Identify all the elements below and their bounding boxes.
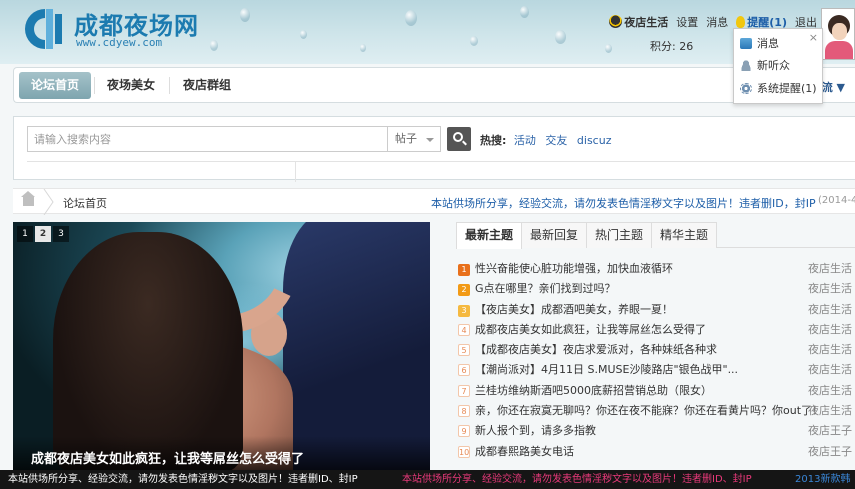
featured-slideshow[interactable]: 成都夜店美女如此疯狂，让我等屌丝怎么受得了 1 2 3 [13, 222, 430, 470]
list-item[interactable]: 8 亲，你还在寂寞无聊吗？你还在夜不能寐？你还在看黄片吗？你out了！ 夜店生活 [458, 401, 855, 421]
list-item[interactable]: 9 新人报个到，请多多指教 夜店王子 [458, 421, 855, 441]
topic-title[interactable]: 【成都夜店美女】夜店求爱派对，各种妹纸各种求 [475, 343, 717, 356]
tab-nightclub-beauty[interactable]: 夜场美女 [95, 72, 167, 99]
messages-link[interactable]: 消息 [706, 14, 728, 30]
topic-author[interactable]: 夜店生活 [808, 340, 852, 360]
user-icon [740, 59, 752, 71]
topic-author[interactable]: 夜店生活 [808, 401, 852, 421]
list-item[interactable]: 2 G点在哪里？亲们找到过吗？ 夜店生活 [458, 279, 855, 299]
ticker-link[interactable]: 2013新款韩 [795, 470, 850, 489]
list-item[interactable]: 7 兰桂坊维纳斯酒吧5000底薪招营销总助（限女） 夜店生活 [458, 381, 855, 401]
site-url: www.cdyew.com [76, 36, 163, 49]
search-button[interactable] [447, 127, 471, 151]
slide-pager: 1 2 3 [17, 226, 69, 242]
topic-tabs: 最新主题 最新回复 热门主题 精华主题 [456, 222, 855, 249]
topic-author[interactable]: 夜店生活 [808, 360, 852, 380]
search-panel: 帖子 热搜: 活动 交友 discuz [13, 116, 855, 182]
search-type-select[interactable]: 帖子 [387, 126, 441, 152]
topic-author[interactable]: 夜店生活 [808, 300, 852, 320]
search-input[interactable] [27, 126, 387, 152]
topic-title[interactable]: 兰桂坊维纳斯酒吧5000底薪招营销总助（限女） [475, 384, 712, 397]
scrolling-notice-bar: 本站供场所分享、经验交流，请勿发表色情淫秽文字以及图片！违者删ID、封IP 本站… [0, 470, 855, 489]
topic-title[interactable]: 成都夜店美女如此疯狂，让我等屌丝怎么受得了 [475, 323, 706, 336]
water-drop [605, 44, 612, 53]
nightlife-link[interactable]: 夜店生活 [609, 14, 668, 30]
gear-icon [740, 82, 752, 94]
topic-author[interactable]: 夜店王子 [808, 421, 852, 441]
ticker-message: 本站供场所分享、经验交流，请勿发表色情淫秽文字以及图片！违者删ID、封IP [402, 474, 752, 485]
water-drop [210, 40, 218, 51]
chevron-down-icon [426, 138, 434, 142]
topic-title[interactable]: 成都春熙路美女电话 [475, 445, 574, 458]
tab-forum-home[interactable]: 论坛首页 [19, 72, 92, 99]
topic-author[interactable]: 夜店生活 [808, 259, 852, 279]
credits-label[interactable]: 积分: 26 [650, 38, 693, 54]
list-item[interactable]: 4 成都夜店美女如此疯狂，让我等屌丝怎么受得了 夜店生活 [458, 320, 855, 340]
water-drop [520, 6, 529, 18]
dropdown-item-new-followers[interactable]: 新听众 [740, 57, 790, 73]
topic-title[interactable]: 【夜店美女】成都酒吧美女，养眼一夏！ [475, 303, 673, 316]
hot-search: 热搜: 活动 交友 discuz [480, 134, 612, 147]
slide-page-button[interactable]: 3 [53, 226, 69, 242]
qq-penguin-icon [609, 15, 623, 28]
bulb-icon [736, 16, 746, 28]
water-drop [300, 30, 307, 39]
list-item[interactable]: 3 【夜店美女】成都酒吧美女，养眼一夏！ 夜店生活 [458, 300, 855, 320]
topic-title[interactable]: 【潮尚派对】4月11日 S.MUSE沙陵路店"银色战甲"... [475, 363, 738, 376]
notice-date: (2014-4- [818, 195, 855, 206]
close-icon[interactable]: × [809, 31, 818, 44]
slide-caption[interactable]: 成都夜店美女如此疯狂，让我等屌丝怎么受得了 [31, 448, 304, 467]
slide-page-button[interactable]: 1 [17, 226, 33, 242]
site-header: 成都夜场网 www.cdyew.com 夜店生活 设置 消息 提醒(1) 退出 … [0, 0, 855, 64]
hot-keyword-link[interactable]: 活动 [514, 134, 536, 147]
topic-title[interactable]: 亲，你还在寂寞无聊吗？你还在夜不能寐？你还在看黄片吗？你out了！ [475, 404, 823, 417]
list-item[interactable]: 5 【成都夜店美女】夜店求爱派对，各种妹纸各种求 夜店生活 [458, 340, 855, 360]
topic-title[interactable]: 新人报个到，请多多指教 [475, 424, 596, 437]
message-icon [740, 37, 752, 49]
dropdown-item-messages[interactable]: 消息 [740, 35, 779, 51]
breadcrumb-separator-icon [43, 189, 54, 215]
water-drop [555, 30, 566, 44]
home-icon[interactable] [21, 191, 35, 206]
water-drop [360, 44, 366, 52]
settings-link[interactable]: 设置 [676, 14, 698, 30]
search-subbar [27, 161, 855, 182]
list-item[interactable]: 6 【潮尚派对】4月11日 S.MUSE沙陵路店"银色战甲"... 夜店生活 [458, 360, 855, 380]
hot-keyword-link[interactable]: 交友 [545, 134, 567, 147]
main-nav: 论坛首页 夜场美女 夜店群组 流 ▼ [13, 67, 855, 103]
breadcrumb: 论坛首页 本站供场所分享，经验交流，请勿发表色情淫秽文字以及图片！违者删ID，封… [13, 188, 855, 215]
hot-keyword-link[interactable]: discuz [577, 134, 612, 147]
water-drop [470, 36, 478, 46]
topic-author[interactable]: 夜店生活 [808, 381, 852, 401]
avatar[interactable] [821, 8, 855, 60]
nav-divider [169, 77, 170, 94]
topic-author[interactable]: 夜店生活 [808, 279, 852, 299]
tab-latest-topics[interactable]: 最新主题 [456, 222, 523, 249]
water-drop [240, 8, 250, 22]
nav-more-dropdown[interactable]: 流 ▼ [822, 79, 845, 95]
tab-latest-replies[interactable]: 最新回复 [521, 222, 588, 248]
topics-panel: 最新主题 最新回复 热门主题 精华主题 1 性兴奋能使心脏功能增强，加快血液循环夜… [450, 222, 855, 470]
ticker-message: 本站供场所分享、经验交流，请勿发表色情淫秽文字以及图片！违者删ID、封IP [8, 474, 358, 485]
topic-author[interactable]: 夜店生活 [808, 320, 852, 340]
list-item[interactable]: 1 性兴奋能使心脏功能增强，加快血液循环 夜店生活 [458, 259, 855, 279]
topic-title[interactable]: 性兴奋能使心脏功能增强，加快血液循环 [475, 262, 673, 275]
topic-author[interactable]: 夜店王子 [808, 442, 852, 462]
tab-hot-topics[interactable]: 热门主题 [586, 222, 653, 248]
dropdown-item-system-remind[interactable]: 系统提醒(1) [740, 80, 817, 96]
list-item[interactable]: 10 成都春熙路美女电话 夜店王子 [458, 442, 855, 462]
tab-featured-topics[interactable]: 精华主题 [651, 222, 718, 248]
site-notice: 本站供场所分享，经验交流，请勿发表色情淫秽文字以及图片！违者删ID，封IP [431, 197, 816, 210]
slide-page-button-active[interactable]: 2 [35, 226, 51, 242]
water-drop [405, 10, 417, 26]
tab-club-groups[interactable]: 夜店群组 [171, 72, 243, 99]
logo-icon[interactable] [22, 6, 68, 52]
topic-list: 1 性兴奋能使心脏功能增强，加快血液循环 夜店生活 2 G点在哪里？亲们找到过吗？ 夜店… [458, 259, 855, 462]
topic-title[interactable]: G点在哪里？亲们找到过吗？ [475, 282, 616, 295]
remind-dropdown: × 消息 新听众 系统提醒(1) [733, 28, 823, 104]
breadcrumb-current[interactable]: 论坛首页 [63, 195, 107, 211]
